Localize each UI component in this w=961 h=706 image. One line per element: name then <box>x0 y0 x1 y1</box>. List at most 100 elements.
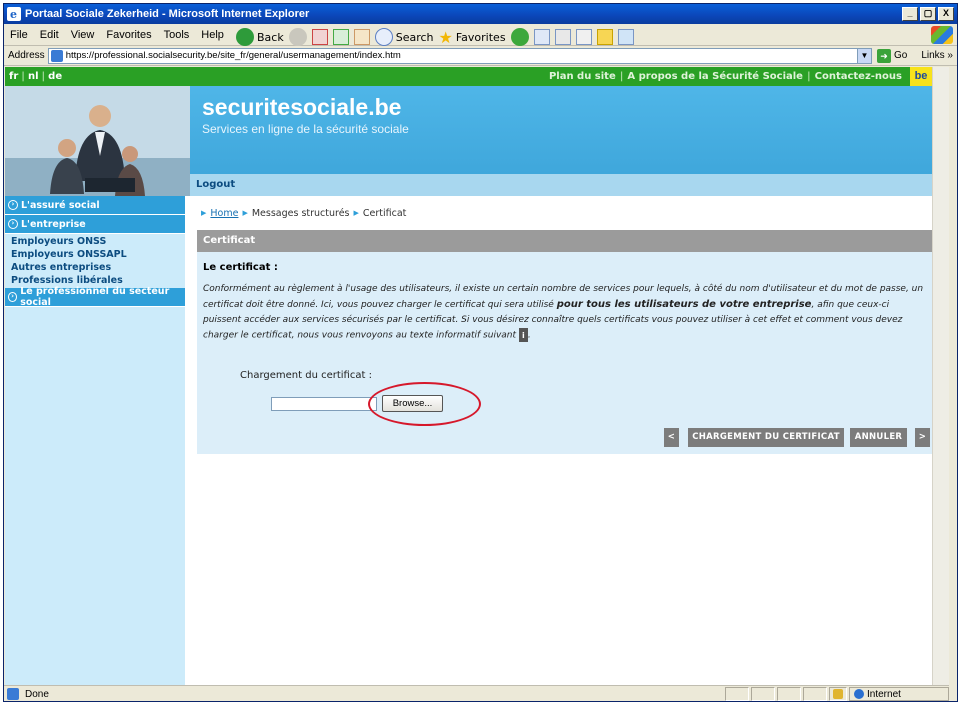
favorites-label: Favorites <box>455 30 506 44</box>
page-icon <box>7 688 19 700</box>
sidebar: › L'assuré social › L'entreprise Employe… <box>5 196 186 685</box>
title-bar: e Portaal Sociale Zekerheid - Microsoft … <box>4 4 957 24</box>
close-button[interactable]: X <box>938 7 954 21</box>
sidebar-item-autres-entreprises[interactable]: Autres entreprises <box>5 261 185 274</box>
back-button[interactable]: Back <box>236 28 284 46</box>
links-button[interactable]: Links » <box>921 50 953 61</box>
refresh-icon[interactable] <box>332 29 349 45</box>
certificate-description: Conformément au règlement à l'usage des … <box>203 284 924 342</box>
breadcrumb-home-link[interactable]: Home <box>210 208 238 219</box>
menu-tools[interactable]: Tools <box>158 29 196 41</box>
certificate-file-input[interactable] <box>271 397 377 411</box>
upload-label: Chargement du certificat : <box>240 370 372 381</box>
history-icon[interactable] <box>510 28 529 46</box>
circle-arrow-icon: › <box>8 200 18 210</box>
status-text: Done <box>25 688 49 700</box>
site-top-bar: fr | nl | de Plan du site | A propos de … <box>5 67 932 86</box>
circle-arrow-icon: › <box>8 219 18 229</box>
info-icon[interactable]: i <box>518 328 528 342</box>
status-done: Done <box>4 688 723 700</box>
link-contact[interactable]: Contactez-nous <box>815 71 902 82</box>
sidebar-item-employeurs-onssapl[interactable]: Employeurs ONSSAPL <box>5 248 185 261</box>
search-button[interactable]: Search <box>374 28 434 46</box>
link-site-map[interactable]: Plan du site <box>549 71 616 82</box>
menu-edit[interactable]: Edit <box>34 29 65 41</box>
toolbar: Back Search ★ Favorites <box>236 26 634 48</box>
content-row: › L'assuré social › L'entreprise Employe… <box>5 196 932 685</box>
breadcrumb-current: Certificat <box>362 207 407 219</box>
address-label: Address <box>8 50 45 61</box>
cancel-button[interactable]: ANNULER <box>850 428 907 447</box>
search-label: Search <box>395 30 434 44</box>
lang-nl[interactable]: nl <box>28 71 39 82</box>
action-buttons: < CHARGEMENT DU CERTIFICAT ANNULER > <box>197 428 932 450</box>
breadcrumb-arrow-icon: ▶ <box>201 209 207 217</box>
print-icon[interactable] <box>554 29 571 45</box>
go-button[interactable]: ➜ Go <box>876 48 907 63</box>
site-banner: securitesociale.be Services en ligne de … <box>190 86 932 196</box>
go-arrow-icon: ➜ <box>876 48 891 63</box>
address-url: https://professional.socialsecurity.be/s… <box>65 50 401 61</box>
main-content: ▶ Home ▶ Messages structurés ▶ Certifica… <box>186 196 932 685</box>
security-zone: Internet <box>849 687 949 701</box>
sidebar-section-entreprise[interactable]: › L'entreprise <box>5 215 185 234</box>
status-cell <box>751 687 775 701</box>
address-bar: Address https://professional.socialsecur… <box>4 46 957 66</box>
favorites-button[interactable]: ★ Favorites <box>439 28 506 47</box>
menu-help[interactable]: Help <box>195 29 230 41</box>
description-bold: pour tous les utilisateurs de votre entr… <box>556 299 812 310</box>
zone-label: Internet <box>867 688 901 700</box>
sidebar-section-label: L'entreprise <box>21 218 86 230</box>
home-icon[interactable] <box>353 29 370 45</box>
lock-icon <box>833 689 843 699</box>
be-logo: be <box>910 67 932 86</box>
vertical-scrollbar[interactable] <box>932 67 949 685</box>
next-button[interactable]: > <box>915 428 930 447</box>
site-header: securitesociale.be Services en ligne de … <box>5 86 932 196</box>
back-arrow-icon <box>236 28 254 46</box>
svg-text:e: e <box>10 8 17 21</box>
search-icon <box>374 28 393 46</box>
status-cell <box>725 687 749 701</box>
breadcrumb-arrow-icon: ▶ <box>353 209 359 217</box>
certificate-heading: Le certificat : <box>203 262 278 273</box>
upload-certificate-button[interactable]: CHARGEMENT DU CERTIFICAT <box>688 428 844 447</box>
link-about[interactable]: A propos de la Sécurité Sociale <box>627 71 803 82</box>
lang-fr[interactable]: fr <box>9 71 18 82</box>
sidebar-section-professionnel[interactable]: › Le professionnel du secteur social <box>5 286 185 308</box>
menu-favorites[interactable]: Favorites <box>100 29 157 41</box>
page-icon <box>50 49 63 62</box>
sidebar-item-employeurs-onss[interactable]: Employeurs ONSS <box>5 235 185 248</box>
windows-logo-icon <box>931 25 953 44</box>
status-cell <box>803 687 827 701</box>
stop-icon[interactable] <box>311 29 328 45</box>
messenger-icon[interactable] <box>617 29 634 45</box>
breadcrumb-arrow-icon: ▶ <box>242 209 248 217</box>
folder-icon[interactable] <box>596 29 613 45</box>
certificate-panel: Certificat Le certificat : Conformément … <box>197 230 932 454</box>
site-brand[interactable]: securitesociale.be <box>202 94 401 121</box>
globe-icon <box>854 689 864 699</box>
lang-de[interactable]: de <box>48 71 62 82</box>
address-input[interactable]: https://professional.socialsecurity.be/s… <box>47 47 872 64</box>
forward-arrow-icon[interactable] <box>288 28 307 46</box>
star-icon: ★ <box>438 27 453 47</box>
highlight-annotation <box>368 382 481 426</box>
mail-icon[interactable] <box>533 29 550 45</box>
window-title: Portaal Sociale Zekerheid - Microsoft In… <box>25 8 310 20</box>
prev-button[interactable]: < <box>664 428 679 447</box>
edit-icon[interactable] <box>575 29 592 45</box>
address-dropdown-icon[interactable]: ▼ <box>856 48 871 63</box>
sidebar-section-label: L'assuré social <box>21 199 100 211</box>
logout-link[interactable]: Logout <box>190 174 932 196</box>
status-cell <box>777 687 801 701</box>
menu-file[interactable]: File <box>4 29 34 41</box>
minimize-button[interactable]: _ <box>902 7 918 21</box>
back-label: Back <box>257 30 284 44</box>
sidebar-section-assure[interactable]: › L'assuré social <box>5 196 185 215</box>
ie-logo-icon: e <box>7 7 21 21</box>
menu-view[interactable]: View <box>65 29 101 41</box>
header-photo <box>5 86 190 196</box>
breadcrumb: ▶ Home ▶ Messages structurés ▶ Certifica… <box>197 204 932 222</box>
maximize-button[interactable]: ▢ <box>920 7 936 21</box>
